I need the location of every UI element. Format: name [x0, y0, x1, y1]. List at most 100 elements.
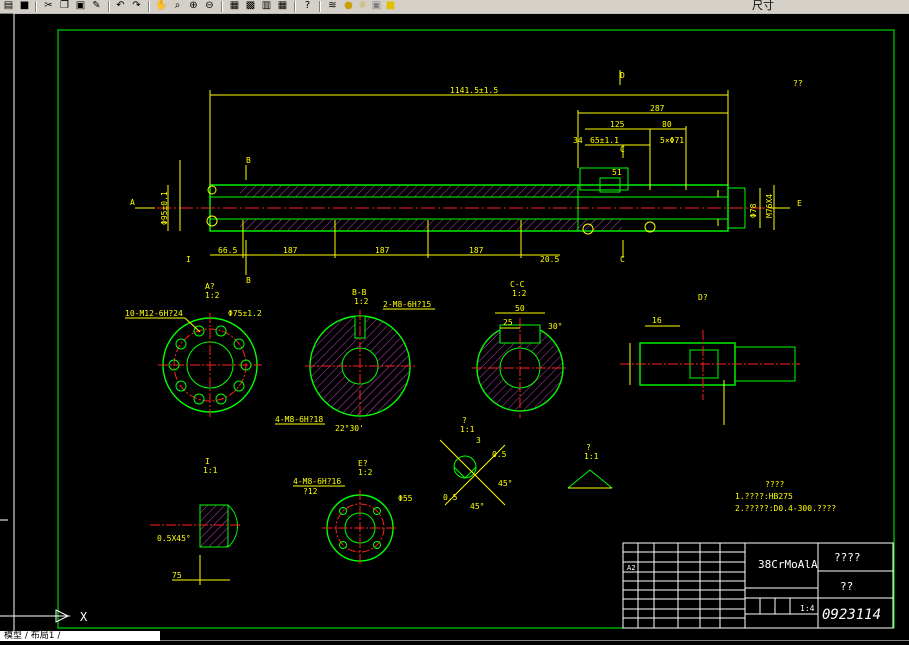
angle-45-a: 45°	[498, 479, 512, 488]
detail-q-scale: 1:1	[460, 425, 475, 434]
section-CC-title: C-C	[510, 280, 525, 289]
material-label: 38CrMoAlA	[758, 558, 818, 571]
dim-20-5: 20.5	[540, 255, 559, 264]
section-BB-view: B-B 1:2 2-M8-6H?15 4-M8-6H?18 22°30'	[275, 288, 435, 433]
tool-palette-icon[interactable]: ▥	[260, 0, 273, 12]
properties-icon[interactable]: ▦	[228, 0, 241, 12]
zoom-previous-icon[interactable]: ⊖	[203, 0, 216, 12]
dim-phi95: Φ95±0.1	[160, 191, 169, 225]
dim-51: 51	[612, 168, 622, 177]
zoom-window-icon[interactable]: ⊕	[187, 0, 200, 12]
dim-0-5-a: 0.5	[492, 450, 507, 459]
title-a2: A2	[627, 564, 635, 572]
dim-3: 3	[476, 436, 481, 445]
help-icon[interactable]: ?	[301, 0, 314, 12]
dim-187-c: 187	[469, 246, 484, 255]
dim-125: 125	[610, 120, 625, 129]
scale-label: 1:4	[800, 604, 815, 613]
layers-icon[interactable]: ≋	[326, 0, 339, 12]
dim-75: 75	[172, 571, 182, 580]
detail-q-title: ?	[462, 416, 467, 425]
color-icon[interactable]: ■	[384, 0, 397, 12]
angle-22-30: 22°30'	[335, 424, 364, 433]
section-E-scale: 1:2	[358, 468, 373, 477]
section-D-title: D?	[698, 293, 708, 302]
copy-icon[interactable]: ❐	[58, 0, 71, 12]
section-CC-scale: 1:2	[512, 289, 527, 298]
ucs-icon: X	[0, 609, 88, 624]
note-1: 1.????:HB275	[735, 492, 793, 501]
view-label-B-bottom: B	[246, 276, 251, 285]
undo-icon[interactable]: ↶	[114, 0, 127, 12]
drawing-canvas[interactable]: 1141.5±1.5 287 125 80 34 65±1.1 5×Φ71 51…	[0, 12, 909, 642]
detail-chamfer: 0.5X45°	[157, 534, 191, 543]
view-label-A: A	[130, 198, 135, 207]
dim-overall-length: 1141.5±1.5	[450, 86, 498, 95]
lock-icon[interactable]: ▣	[370, 0, 383, 12]
calc-icon[interactable]: ▦	[276, 0, 289, 12]
angle-45-b: 45°	[470, 502, 484, 511]
dim-phi55: Φ55	[398, 494, 413, 503]
view-label-C-bottom: C	[620, 255, 625, 264]
tap-4M8-BB: 4-M8-6H?18	[275, 415, 323, 424]
technical-notes: ???? 1.????:HB275 2.?????:D0.4-300.????	[735, 480, 836, 513]
zoom-realtime-icon[interactable]: ⌕	[171, 0, 184, 12]
dim-34: 34	[573, 136, 583, 145]
design-center-icon[interactable]: ▩	[244, 0, 257, 12]
paste-icon[interactable]: ▣	[74, 0, 87, 12]
dim-12: ?12	[303, 487, 318, 496]
dim-0-5-b: 0.5	[443, 493, 458, 502]
standard-toolbar: ▤ ■ ✂ ❐ ▣ ✎ ↶ ↷ ✋ ⌕ ⊕ ⊖ ▦ ▩ ▥ ▦ ? ≋ ● ☼ …	[0, 0, 909, 14]
dim-50: 50	[515, 304, 525, 313]
outer-border	[13, 12, 909, 642]
layout-tabs-label[interactable]: 模型 / 布局1 /	[4, 631, 60, 641]
dim-phi78: Φ78	[749, 203, 758, 218]
dim-80: 80	[662, 120, 672, 129]
dim-65: 65±1.1	[590, 136, 619, 145]
redo-icon[interactable]: ↷	[130, 0, 143, 12]
dim-phi75: Φ75±1.2	[228, 309, 262, 318]
detail-r-scale: 1:1	[584, 452, 599, 461]
x-axis-label: X	[80, 610, 88, 624]
section-CC-view: C-C 1:2 50 25 30°	[472, 280, 568, 418]
dim-187-a: 187	[283, 246, 298, 255]
section-A-view: A? 1:2 10-M12-6H?24 Φ75±1.2	[125, 282, 262, 417]
dim-66-5: 66.5	[218, 246, 237, 255]
section-A-scale: 1:2	[205, 291, 220, 300]
dim-25: 25	[503, 318, 513, 327]
tap-4M8-E: 4-M8-6H?16	[293, 477, 341, 486]
sun-icon[interactable]: ☼	[356, 0, 369, 12]
dim-5x71: 5×Φ71	[660, 136, 684, 145]
view-label-E: E	[797, 199, 802, 208]
dim-16: 16	[652, 316, 662, 325]
pan-icon[interactable]: ✋	[155, 0, 168, 12]
dim-m76: M76X4	[765, 194, 774, 218]
section-A-title: A?	[205, 282, 215, 291]
layer-name-field[interactable]: 尺寸	[752, 0, 774, 12]
match-props-icon[interactable]: ✎	[90, 0, 103, 12]
layout-tabs[interactable]: 模型 / 布局1 /	[0, 631, 160, 641]
cut-icon[interactable]: ✂	[42, 0, 55, 12]
detail-ref-I: I	[186, 255, 191, 264]
detail-I-scale: 1:1	[203, 466, 218, 475]
section-BB-title: B-B	[352, 288, 367, 297]
tap-2M8: 2-M8-6H?15	[383, 300, 431, 309]
note-2: 2.?????:D0.4-300.????	[735, 504, 836, 513]
open-icon[interactable]: ▤	[2, 0, 15, 12]
roughness-note: ??	[793, 79, 803, 88]
view-label-D: D	[620, 71, 625, 80]
detail-I-title: I	[205, 457, 210, 466]
detail-small-view: ? 1:1 3 0.5 0.5 45° 45°	[439, 416, 512, 511]
bulb-icon[interactable]: ●	[342, 0, 355, 12]
part-name: ????	[834, 551, 861, 564]
detail-I-view: I 1:1 0.5X45° 75	[150, 457, 240, 585]
dim-287: 287	[650, 104, 665, 113]
save-icon[interactable]: ■	[18, 0, 31, 12]
section-E-view: E? 1:2 4-M8-6H?16 ?12 Φ55	[293, 459, 413, 566]
drawing-number: 0923114	[822, 607, 881, 623]
section-D-view: D? 16	[620, 293, 800, 425]
notes-title: ????	[765, 480, 784, 489]
company-name: ??	[840, 580, 853, 593]
section-E-title: E?	[358, 459, 368, 468]
view-label-B-top: B	[246, 156, 251, 165]
